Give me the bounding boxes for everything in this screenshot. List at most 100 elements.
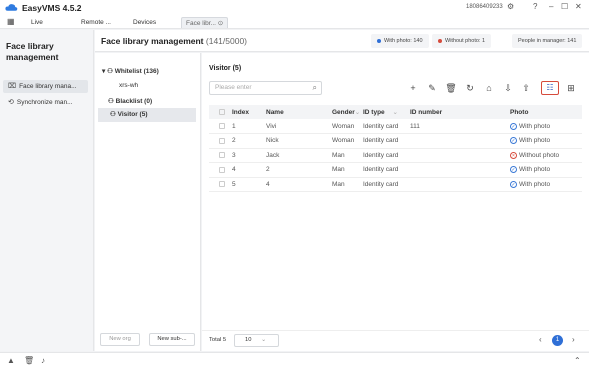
people-group-icon: ⚇ [108,98,114,105]
prev-page-icon[interactable]: ‹ [539,335,542,344]
table-row[interactable]: 2 Nick Woman Identity card ✓ With photo [209,133,582,149]
sync-icon: ⟲ [8,99,14,106]
left-nav: Face library management ⌧ Face library ma… [0,30,94,351]
nav-item-face-library[interactable]: ⌧ Face library mana... [3,80,88,93]
chevron-down-icon: ⌄ [261,337,266,343]
col-gender[interactable]: Gender⌄ [332,105,363,119]
filter-chevron-icon[interactable]: ⌄ [355,109,360,116]
cell-id-type: Identity card [363,162,410,178]
col-photo: Photo [510,105,582,119]
grid-view-icon[interactable]: ⊞ [565,82,577,94]
tab-live[interactable]: Live [31,17,43,28]
cell-index: 5 [232,177,266,192]
cell-id-type: Identity card [363,148,410,163]
cell-index: 2 [232,133,266,149]
tab-face-library-label: Face libr... [186,20,216,27]
visitor-table: Index Name Gender⌄ ID type ⌄ ID number P… [209,105,582,192]
table-row[interactable]: 1 Vivi Woman Identity card 111 ✓ With photo [209,119,582,134]
table-row[interactable]: 3 Jack Man Identity card × Without photo [209,148,582,163]
cloud-logo-icon [5,4,18,11]
tab-close-icon[interactable]: ⊙ [218,20,223,27]
row-checkbox[interactable] [209,177,232,192]
table-row[interactable]: 4 2 Man Identity card ✓ With photo [209,162,582,178]
photo-status: With photo [519,137,551,145]
apps-grid-icon[interactable]: ▦ [7,17,15,26]
library-icon[interactable]: ⌂ [483,82,495,94]
cell-name: 4 [266,177,332,192]
add-icon[interactable]: + [407,82,419,94]
collapse-up-icon[interactable]: ⌃ [574,356,581,365]
tab-remote[interactable]: Remote ... [81,17,111,28]
tree-blacklist-label: Blacklist (0) [115,98,153,105]
page-title-text: Face library management [101,36,204,46]
minimize-icon[interactable]: – [549,2,553,11]
import-icon[interactable]: ⇩ [502,82,514,94]
status-bar: ▲ 🗑 ♪ ⌃ [0,352,589,368]
check-circle-icon: ✓ [510,166,517,174]
check-circle-icon: ✓ [510,180,517,188]
col-id-number: ID number [410,105,510,119]
nav-item-synchronize[interactable]: ⟲ Synchronize man... [3,96,88,109]
tree-whitelist-child[interactable]: xrs-wh [119,82,138,89]
search-icon[interactable]: ⌕ [313,82,317,94]
page-size-select[interactable]: 10 ⌄ [234,334,279,347]
trash-icon[interactable]: 🗑 [24,356,34,365]
bell-icon[interactable]: ♪ [41,356,45,365]
delete-icon[interactable]: 🗑 [445,82,457,94]
row-checkbox[interactable] [209,119,232,134]
filter-chevron-icon[interactable]: ⌄ [392,109,397,116]
people-group-icon: ⚇ [107,68,113,75]
cell-id-type: Identity card [363,119,410,134]
search-input[interactable]: Please enter ⌕ [209,81,322,95]
cell-photo: ✓ With photo [510,133,582,149]
row-checkbox[interactable] [209,148,232,163]
tab-devices[interactable]: Devices [133,17,156,28]
refresh-icon[interactable]: ↻ [464,82,476,94]
people-count-badge: People in manager: 141 [512,34,583,48]
col-id-type[interactable]: ID type ⌄ [363,105,410,119]
cell-name: Vivi [266,119,332,134]
tree-whitelist-label: Whitelist (136) [114,68,159,75]
select-all-checkbox[interactable] [209,105,232,119]
cell-id-number: 111 [410,119,510,134]
face-scan-icon: ⌧ [8,83,17,90]
row-checkbox[interactable] [209,162,232,178]
cell-gender: Man [332,162,363,178]
col-name: Name [266,105,332,119]
tab-face-library[interactable]: Face libr... ⊙ [181,17,229,28]
expand-arrow-icon[interactable]: ▾ [102,68,105,75]
alarm-icon[interactable]: ▲ [7,356,15,365]
nav-item-label: Face library mana... [19,83,77,90]
tree-blacklist[interactable]: ⚇ Blacklist (0) [108,97,152,105]
new-org-button[interactable]: New org [100,333,140,346]
check-circle-icon: ✓ [510,122,517,130]
with-photo-text: With photo: 140 [384,38,423,44]
row-checkbox[interactable] [209,133,232,149]
tree-whitelist[interactable]: ▾ ⚇ Whitelist (136) [102,67,159,75]
account-phone[interactable]: 18086409233 [466,4,503,10]
with-photo-badge: With photo: 140 [371,34,429,48]
export-icon[interactable]: ⇧ [520,82,532,94]
cell-gender: Man [332,177,363,192]
check-circle-icon: ✓ [510,137,517,145]
cell-name: Jack [266,148,332,163]
settings-icon[interactable]: ⚙ [507,2,514,11]
current-page[interactable]: 1 [552,335,563,346]
edit-icon[interactable]: ✎ [426,82,438,94]
cell-name: 2 [266,162,332,178]
col-index: Index [232,105,266,119]
cell-index: 1 [232,119,266,134]
tree-visitor[interactable]: ⚇ Visitor (5) [98,108,196,122]
close-icon[interactable]: ✕ [575,2,582,11]
table-row[interactable]: 5 4 Man Identity card ✓ With photo [209,177,582,192]
next-page-icon[interactable]: › [572,335,575,344]
card-view-icon[interactable]: ☷ [541,81,559,95]
nav-item-label: Synchronize man... [16,99,73,106]
help-icon[interactable]: ? [533,2,537,11]
group-subtitle: Visitor (5) [209,65,242,72]
restore-icon[interactable]: ☐ [561,2,568,11]
pagination-bar: Total 5 10 ⌄ ‹ 1 › [202,330,589,350]
x-circle-icon: × [510,151,517,159]
photo-status: With photo [519,180,551,188]
new-sub-button[interactable]: New sub-... [149,333,195,346]
